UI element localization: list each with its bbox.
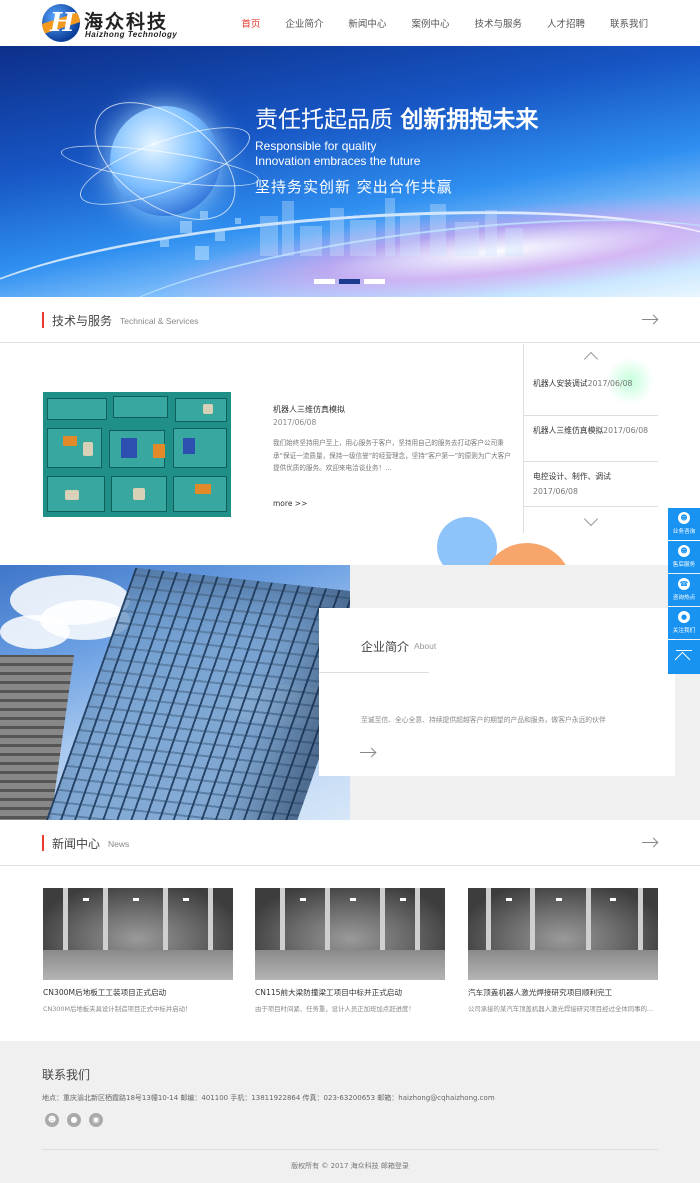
news-title[interactable]: CN115前大梁防撞梁工项目中标并正式启动	[255, 987, 445, 998]
section-title: 技术与服务	[52, 314, 113, 328]
qq-icon[interactable]: ☻	[45, 1113, 59, 1127]
nav-item-cases[interactable]: 案例中心	[411, 16, 449, 30]
news-card[interactable]: 汽车顶盖机器人激光焊接研究项目顺利完工 公司承接的某汽车顶盖机器人激光焊接研究项…	[468, 888, 658, 1013]
slide-dot-3[interactable]	[364, 279, 385, 284]
news-desc: CN300M后地板夹具设计制造项目正式中标并启动！	[43, 1005, 192, 1013]
arrow-right-icon[interactable]	[360, 748, 376, 758]
list-item[interactable]: 机器人三维仿真模拟2017/06/08	[533, 423, 693, 438]
banner-subtitle: 坚持务实创新 突出合作共赢	[255, 178, 453, 196]
back-to-top-button[interactable]	[668, 640, 700, 674]
nav-item-news[interactable]: 新闻中心	[348, 16, 386, 30]
chevron-up-icon[interactable]	[583, 351, 599, 367]
arrow-right-icon[interactable]	[642, 315, 658, 325]
section-subtitle: Technical & Services	[120, 316, 199, 326]
about-subtitle: About	[414, 641, 437, 651]
floating-service-bar: ☻ 业务咨询 ☻ 售后服务 ☎ 咨询热点 ● 关注我们	[668, 508, 700, 674]
nav-item-jobs[interactable]: 人才招聘	[547, 16, 585, 30]
news-image[interactable]	[255, 888, 445, 980]
slide-indicators	[314, 279, 389, 284]
about-text: 至诚至信、全心全意、持续提供超越客户的期望的产品和服务，做客户永远的伙伴	[361, 716, 606, 724]
tech-feature-title[interactable]: 机器人三维仿真模拟	[273, 404, 345, 415]
nav-item-contact[interactable]: 联系我们	[610, 16, 648, 30]
about-section: 企业简介 About 至诚至信、全心全意、持续提供超越客户的期望的产品和服务，做…	[0, 565, 700, 820]
qq-icon: ☻	[678, 512, 690, 524]
logo-name-en: Haizhong Technology	[85, 30, 178, 39]
wechat-icon: ●	[678, 611, 690, 623]
banner-title: 责任托起品质 创新拥抱未来	[255, 107, 539, 133]
news-desc: 由于项目时间紧、任务重，设计人员正加班加点赶进度！	[255, 1005, 415, 1013]
tech-feature-image[interactable]	[43, 392, 231, 517]
weibo-icon[interactable]: ◉	[89, 1113, 103, 1127]
news-image[interactable]	[468, 888, 658, 980]
news-desc: 公司承接的某汽车顶盖机器人激光焊接研究项目经过全体同事的...	[468, 1005, 654, 1013]
banner-slogan-en: Responsible for quality Innovation embra…	[255, 139, 421, 168]
qq-icon: ☻	[678, 545, 690, 557]
city-skyline	[250, 196, 550, 256]
chevron-down-icon[interactable]	[583, 511, 599, 527]
phone-icon: ☎	[678, 578, 690, 590]
news-card[interactable]: CN300M后地板工工装项目正式启动 CN300M后地板夹具设计制造项目正式中标…	[43, 888, 233, 1013]
news-image[interactable]	[43, 888, 233, 980]
nav-item-home[interactable]: 首页	[241, 16, 260, 30]
section-subtitle: News	[108, 839, 130, 849]
copyright: 版权所有 © 2017 海众科技 邮箱登录	[291, 1162, 409, 1170]
float-item-follow[interactable]: ● 关注我们	[668, 607, 700, 639]
contact-info: 地点：重庆渝北新区栖霞路18号13幢10-14 邮编：401100 手机：138…	[42, 1094, 495, 1102]
float-item-aftersales[interactable]: ☻ 售后服务	[668, 541, 700, 573]
list-item[interactable]: 机器人安装调试2017/06/08	[533, 376, 693, 391]
section-title: 新闻中心	[52, 837, 101, 851]
list-item[interactable]: 电控设计、制作、调试 2017/06/08	[533, 469, 693, 499]
contact-footer: 联系我们 地点：重庆渝北新区栖霞路18号13幢10-14 邮编：401100 手…	[0, 1041, 700, 1183]
slide-dot-1[interactable]	[314, 279, 335, 284]
tech-feature-desc: 我们始终坚持用户至上，用心服务于客户，坚持用自己的服务去打动客户公司秉承“保证一…	[273, 439, 511, 472]
about-title: 企业简介	[361, 640, 410, 654]
hero-banner[interactable]: 责任托起品质 创新拥抱未来 Responsible for quality In…	[0, 46, 700, 297]
news-title[interactable]: 汽车顶盖机器人激光焊接研究项目顺利完工	[468, 987, 658, 998]
main-nav: 首页 企业简介 新闻中心 案例中心 技术与服务 人才招聘 联系我们	[216, 0, 648, 46]
building-image	[0, 565, 350, 820]
slide-dot-2[interactable]	[339, 279, 360, 284]
logo-mark-icon: H	[42, 4, 80, 42]
tech-feature-date: 2017/06/08	[273, 418, 317, 427]
about-card: 企业简介 About 至诚至信、全心全意、持续提供超越客户的期望的产品和服务，做…	[319, 608, 675, 776]
news-card[interactable]: CN115前大梁防撞梁工项目中标并正式启动 由于项目时间紧、任务重，设计人员正加…	[255, 888, 445, 1013]
tech-section-header: 技术与服务 Technical & Services	[0, 297, 700, 343]
news-section-header: 新闻中心 News	[0, 820, 700, 866]
more-link[interactable]: more >>	[273, 499, 307, 508]
logo[interactable]: H 海众科技 Haizhong Technology	[42, 4, 202, 42]
site-header: H 海众科技 Haizhong Technology 首页 企业简介 新闻中心 …	[0, 0, 700, 46]
float-item-hotline[interactable]: ☎ 咨询热点	[668, 574, 700, 606]
wechat-icon[interactable]: ●	[67, 1113, 81, 1127]
float-item-business[interactable]: ☻ 业务咨询	[668, 508, 700, 540]
news-title[interactable]: CN300M后地板工工装项目正式启动	[43, 987, 233, 998]
contact-title: 联系我们	[42, 1068, 91, 1082]
arrow-right-icon[interactable]	[642, 838, 658, 848]
tech-list: 机器人安装调试2017/06/08 机器人三维仿真模拟2017/06/08 电控…	[523, 344, 700, 533]
nav-item-tech[interactable]: 技术与服务	[474, 16, 522, 30]
nav-item-about[interactable]: 企业简介	[285, 16, 323, 30]
